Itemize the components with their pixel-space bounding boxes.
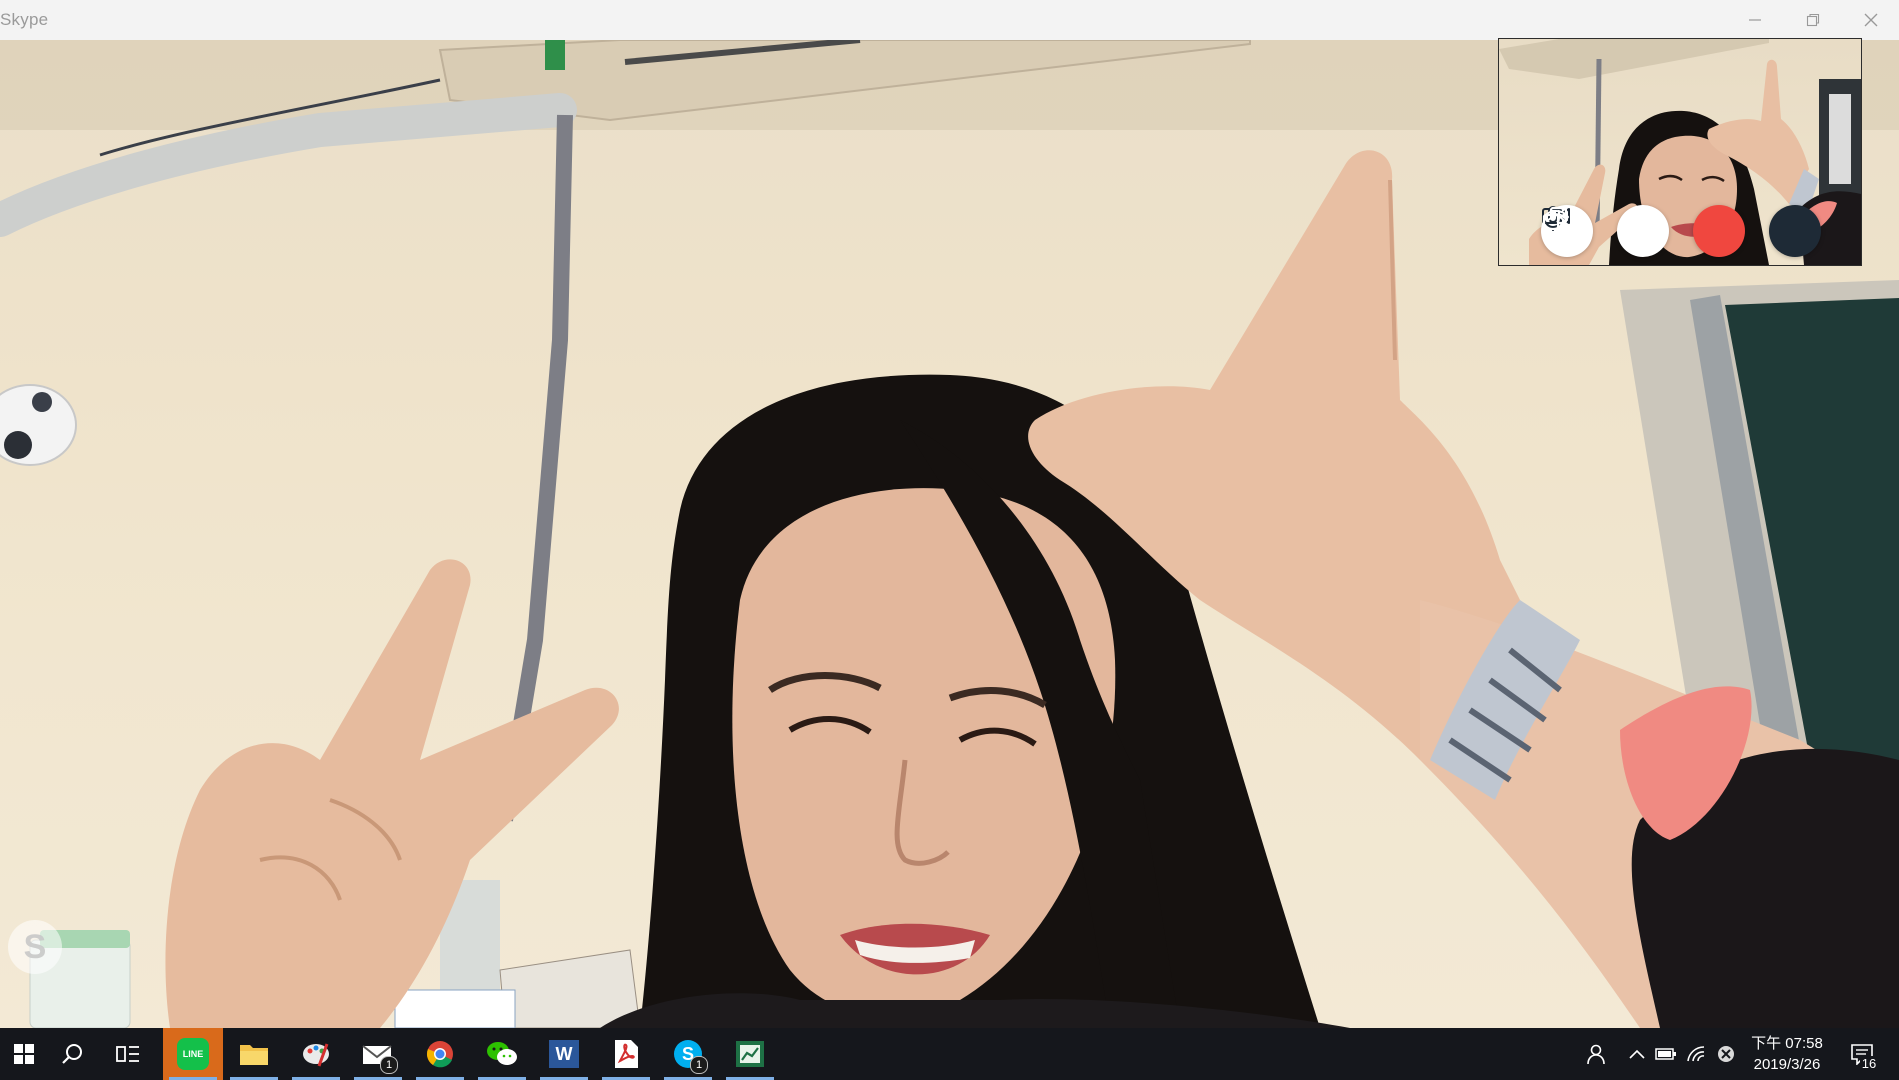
wifi-button[interactable] (1682, 1028, 1710, 1080)
task-view-icon (116, 1046, 139, 1062)
close-button[interactable] (1842, 0, 1899, 40)
pdf-document-icon (615, 1040, 638, 1068)
clock-time: 下午 07:58 (1751, 1035, 1823, 1052)
sound-muted-button[interactable] (1712, 1028, 1740, 1080)
minimize-button[interactable] (1726, 0, 1784, 40)
search-button[interactable] (42, 1028, 102, 1080)
chevron-up-icon (1629, 1049, 1645, 1059)
self-view-preview[interactable] (1498, 38, 1862, 266)
people-button[interactable] (1578, 1028, 1614, 1080)
skype-watermark-icon: S (8, 920, 62, 974)
toggle-video-button[interactable] (1542, 205, 1669, 257)
line-icon-label: LINE (182, 1049, 204, 1059)
skype-badge: 1 (690, 1056, 708, 1074)
action-center-button[interactable] (1842, 1028, 1882, 1080)
chrome-icon (426, 1041, 453, 1068)
taskbar-word[interactable]: W (534, 1028, 594, 1080)
maximize-button[interactable] (1784, 0, 1842, 40)
taskbar-acrobat[interactable] (596, 1028, 656, 1080)
wechat-icon (487, 1042, 517, 1065)
start-button[interactable] (0, 1028, 48, 1080)
wifi-icon (1687, 1046, 1705, 1062)
muted-x-icon (1718, 1046, 1734, 1062)
windows-logo-icon (14, 1044, 34, 1064)
battery-icon (1655, 1048, 1676, 1060)
app-title: Skype (0, 10, 49, 29)
line-app-icon: LINE (177, 1038, 209, 1070)
battery-button[interactable] (1652, 1028, 1680, 1080)
word-icon: W (549, 1040, 579, 1068)
minimize-icon (1749, 19, 1761, 21)
mail-badge: 1 (380, 1056, 398, 1074)
end-call-button[interactable] (1543, 205, 1745, 257)
paint-palette-icon (303, 1043, 329, 1067)
show-hidden-icons-button[interactable] (1624, 1028, 1650, 1080)
taskbar-file-explorer[interactable] (224, 1028, 284, 1080)
close-icon (1864, 13, 1878, 27)
task-view-button[interactable] (98, 1028, 158, 1080)
system-clock[interactable]: 下午 07:58 2019/3/26 (1742, 1033, 1832, 1075)
taskbar-skype[interactable]: S 1 (658, 1028, 718, 1080)
windows-taskbar: LINE 1 W S 1 下午 07:58 2019/3/26 16 (0, 1028, 1899, 1080)
search-icon (62, 1044, 82, 1064)
clock-date: 2019/3/26 (1753, 1056, 1821, 1073)
restore-icon (1806, 13, 1820, 27)
folder-icon (240, 1045, 268, 1065)
people-icon (1587, 1044, 1605, 1065)
title-bar: Skype (0, 0, 1899, 40)
taskbar-mail[interactable]: 1 (348, 1028, 408, 1080)
switch-view-button[interactable] (1542, 205, 1821, 257)
call-controls (1541, 205, 1821, 257)
taskbar-excel[interactable] (720, 1028, 780, 1080)
excel-chart-icon (736, 1041, 764, 1067)
window-switch-icon (1542, 206, 1568, 231)
taskbar-chrome[interactable] (410, 1028, 470, 1080)
taskbar-line[interactable]: LINE (163, 1028, 223, 1080)
taskbar-wechat[interactable] (472, 1028, 532, 1080)
notification-count: 16 (1860, 1056, 1878, 1072)
taskbar-paint[interactable] (286, 1028, 346, 1080)
